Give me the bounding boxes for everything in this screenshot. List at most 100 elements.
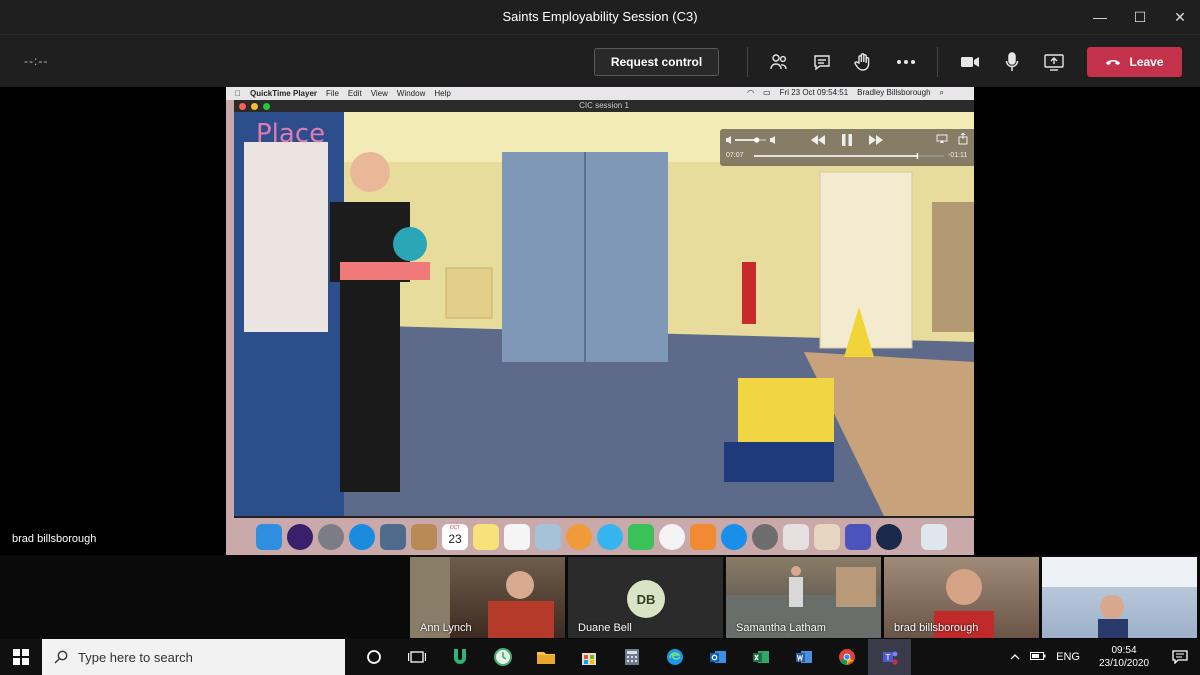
- windows-taskbar: Type here to search T ENG 09:54 23/10/20…: [0, 639, 1200, 675]
- microphone-icon[interactable]: [999, 49, 1025, 75]
- taskbar-search-box[interactable]: Type here to search: [42, 639, 345, 675]
- pages-icon[interactable]: [783, 523, 809, 550]
- raise-hand-icon[interactable]: [850, 49, 876, 75]
- action-center-icon[interactable]: [1160, 650, 1200, 664]
- leave-button[interactable]: Leave: [1087, 47, 1182, 77]
- notes-icon[interactable]: [473, 523, 499, 550]
- progress-bar[interactable]: [754, 153, 944, 159]
- menu-help: Help: [428, 89, 450, 98]
- share-icon[interactable]: [958, 133, 968, 145]
- windows-start-icon[interactable]: [0, 639, 42, 675]
- participant-tile[interactable]: [1042, 557, 1197, 638]
- mac-status-area: ◠ ▭ Fri 23 Oct 09:54:51 Bradley Billsbor…: [747, 88, 944, 98]
- participant-tile[interactable]: Samantha Latham: [726, 557, 881, 638]
- taskbar-time: 09:54: [1111, 645, 1137, 656]
- video-frame: Place: [234, 112, 974, 516]
- music-icon[interactable]: [659, 523, 685, 550]
- magnet-app-icon[interactable]: [438, 639, 481, 675]
- mac-dock: OCT 23: [248, 518, 948, 555]
- cortana-icon[interactable]: [352, 639, 395, 675]
- system-preferences-icon[interactable]: [752, 523, 778, 550]
- menu-view: View: [364, 89, 388, 98]
- outlook-icon[interactable]: [696, 639, 739, 675]
- photos-icon[interactable]: [566, 523, 592, 550]
- meeting-toolbar: --:-- Request control Leave: [0, 34, 1200, 87]
- calendar-month: OCT: [449, 524, 461, 531]
- battery-icon[interactable]: [1030, 651, 1046, 663]
- teams-meeting-window: Saints Employability Session (C3) — ☐ ✕ …: [0, 0, 1200, 675]
- siri-icon[interactable]: [287, 523, 313, 550]
- safari-icon[interactable]: [349, 523, 375, 550]
- window-controls: — ☐ ✕: [1080, 0, 1200, 34]
- maps-icon[interactable]: [535, 523, 561, 550]
- svg-text:T: T: [884, 653, 890, 662]
- quicktime-icon[interactable]: [876, 523, 902, 550]
- volume-icon[interactable]: [726, 135, 776, 145]
- airplay-icon[interactable]: [936, 134, 948, 144]
- toolbar-separator: [747, 47, 748, 77]
- chevron-up-icon[interactable]: [1010, 652, 1020, 663]
- clock-app-icon[interactable]: [481, 639, 524, 675]
- system-tray: ENG 09:54 23/10/2020: [1010, 639, 1200, 675]
- quicktime-controls: 07:07 -01:11: [720, 129, 974, 166]
- request-control-button[interactable]: Request control: [594, 48, 719, 76]
- participant-strip: Ann Lynch DB Duane Bell Samantha Latham …: [0, 555, 1200, 639]
- calendar-day: 23: [448, 531, 462, 546]
- participant-tile[interactable]: brad billsborough: [884, 557, 1039, 638]
- phone-hangup-icon: [1106, 60, 1121, 65]
- reminders-icon[interactable]: [504, 523, 530, 550]
- facetime-icon[interactable]: [628, 523, 654, 550]
- calendar-icon[interactable]: OCT 23: [442, 523, 468, 550]
- wifi-icon: ◠: [747, 88, 755, 97]
- taskbar-clock[interactable]: 09:54 23/10/2020: [1088, 644, 1160, 670]
- messages-icon[interactable]: [597, 523, 623, 550]
- remaining-time: -01:11: [948, 152, 968, 159]
- search-icon: [54, 650, 68, 664]
- leave-label: Leave: [1129, 55, 1164, 69]
- word-icon[interactable]: [782, 639, 825, 675]
- contacts-icon[interactable]: [411, 523, 437, 550]
- presenter-name: brad billsborough: [12, 533, 97, 545]
- calculator-icon[interactable]: [610, 639, 653, 675]
- participant-video: [1042, 557, 1197, 638]
- task-view-icon[interactable]: [395, 639, 438, 675]
- font-book-icon[interactable]: [814, 523, 840, 550]
- pause-icon[interactable]: [840, 133, 854, 147]
- teams-taskbar-icon[interactable]: T: [868, 639, 911, 675]
- taskbar-date: 23/10/2020: [1098, 658, 1150, 669]
- preview-icon[interactable]: [380, 523, 406, 550]
- minimize-button[interactable]: —: [1080, 0, 1120, 34]
- rewind-icon[interactable]: [810, 134, 826, 146]
- video-scene: Place: [234, 112, 974, 516]
- language-indicator[interactable]: ENG: [1056, 651, 1080, 663]
- participant-tile[interactable]: DB Duane Bell: [568, 557, 723, 638]
- books-icon[interactable]: [690, 523, 716, 550]
- edge-icon[interactable]: [653, 639, 696, 675]
- participants-icon[interactable]: [766, 49, 792, 75]
- title-bar: Saints Employability Session (C3) — ☐ ✕: [0, 0, 1200, 34]
- finder-icon[interactable]: [256, 523, 282, 550]
- chrome-icon[interactable]: [825, 639, 868, 675]
- menu-file: File: [320, 89, 339, 98]
- window-title: Saints Employability Session (C3): [502, 9, 698, 24]
- excel-icon[interactable]: [739, 639, 782, 675]
- file-explorer-icon[interactable]: [524, 639, 567, 675]
- app-store-icon[interactable]: [721, 523, 747, 550]
- fast-forward-icon[interactable]: [868, 134, 884, 146]
- share-screen-icon[interactable]: [1041, 49, 1067, 75]
- participant-name: Duane Bell: [578, 622, 632, 634]
- taskbar-pinned-apps: T: [352, 639, 911, 675]
- participant-tile[interactable]: Ann Lynch: [410, 557, 565, 638]
- launchpad-icon[interactable]: [318, 523, 344, 550]
- close-button[interactable]: ✕: [1160, 0, 1200, 34]
- microsoft-store-icon[interactable]: [567, 639, 610, 675]
- quicktime-title-bar: CIC session 1: [234, 100, 974, 112]
- more-options-icon[interactable]: [893, 49, 919, 75]
- meeting-timer: --:--: [24, 54, 49, 68]
- teams-icon[interactable]: [845, 523, 871, 550]
- camera-icon[interactable]: [957, 49, 983, 75]
- maximize-button[interactable]: ☐: [1120, 0, 1160, 34]
- trash-icon[interactable]: [921, 523, 947, 550]
- quicktime-window: CIC session 1 Place 07:07 -01:11: [234, 100, 974, 518]
- chat-icon[interactable]: [809, 49, 835, 75]
